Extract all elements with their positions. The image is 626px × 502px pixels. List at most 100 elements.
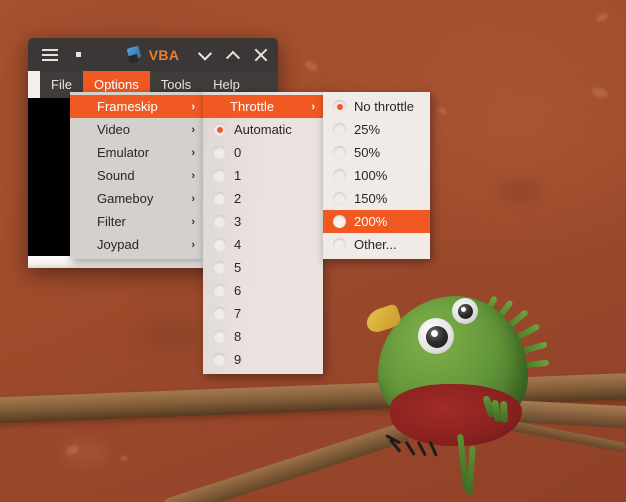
menu-item-frameskip-1[interactable]: 1: [203, 164, 323, 187]
vba-gamepad-icon: [126, 45, 142, 64]
bird-claw: [404, 440, 416, 456]
bird-pupil-near: [426, 326, 448, 348]
wallpaper-speck: [120, 456, 128, 461]
menu-item-label: 200%: [354, 214, 388, 229]
menu-item-frameskip-9[interactable]: 9: [203, 348, 323, 371]
radio-indicator: [333, 169, 346, 182]
radio-indicator: [213, 307, 226, 320]
crest-feather: [525, 359, 550, 368]
menu-item-label: Frameskip: [97, 99, 158, 114]
chevron-right-icon: ›: [191, 215, 195, 228]
radio-indicator: [333, 215, 346, 228]
throttle-submenu[interactable]: No throttle 25% 50% 100% 150% 200% Other…: [323, 92, 430, 259]
chevron-right-icon: ›: [191, 146, 195, 159]
radio-indicator: [213, 215, 226, 228]
menu-item-throttle-150[interactable]: 150%: [323, 187, 430, 210]
menu-item-label: Sound: [97, 168, 135, 183]
menu-item-label: 5: [234, 260, 242, 275]
menu-item-automatic[interactable]: Automatic: [203, 118, 323, 141]
menu-item-label: Automatic: [234, 122, 292, 137]
menu-item-joypad[interactable]: Joypad ›: [70, 233, 203, 256]
bird-claw: [416, 440, 427, 457]
menu-item-label: 7: [234, 306, 242, 321]
close-icon[interactable]: [254, 48, 268, 62]
menu-item-label: 0: [234, 145, 242, 160]
menu-item-video[interactable]: Video ›: [70, 118, 203, 141]
menu-item-frameskip-6[interactable]: 6: [203, 279, 323, 302]
menu-item-frameskip-3[interactable]: 3: [203, 210, 323, 233]
wallpaper-shadow: [140, 320, 200, 350]
menu-item-label: 8: [234, 329, 242, 344]
radio-indicator: [213, 353, 226, 366]
chevron-right-icon: ›: [311, 100, 315, 113]
chevron-right-icon: ›: [191, 123, 195, 136]
menu-item-frameskip-8[interactable]: 8: [203, 325, 323, 348]
chevron-right-icon: ›: [191, 100, 195, 113]
radio-indicator: [213, 261, 226, 274]
radio-indicator: [333, 123, 346, 136]
radio-indicator: [333, 100, 346, 113]
menu-item-label: 4: [234, 237, 242, 252]
menu-item-sound[interactable]: Sound ›: [70, 164, 203, 187]
wallpaper-highlight: [60, 440, 110, 466]
bird-illustration: [360, 288, 560, 502]
crest-feather: [522, 341, 548, 354]
tail-feather: [500, 400, 509, 424]
menu-item-throttle-other[interactable]: Other...: [323, 233, 430, 256]
bird-eye-glint: [461, 307, 466, 312]
menu-item-label: Throttle: [230, 99, 275, 114]
chevron-up-icon[interactable]: [225, 48, 241, 65]
menu-item-label: 25%: [354, 122, 381, 137]
menu-item-frameskip-4[interactable]: 4: [203, 233, 323, 256]
menu-item-filter[interactable]: Filter ›: [70, 210, 203, 233]
menu-item-throttle-50[interactable]: 50%: [323, 141, 430, 164]
bird-leg: [466, 445, 476, 497]
menu-item-label: No throttle: [354, 99, 414, 114]
square-dot-icon[interactable]: [76, 52, 81, 57]
menu-item-throttle-200[interactable]: 200%: [323, 210, 430, 233]
bird-eye-glint: [431, 330, 438, 337]
menu-item-frameskip-5[interactable]: 5: [203, 256, 323, 279]
radio-indicator: [333, 192, 346, 205]
window-titlebar[interactable]: VBA: [28, 38, 278, 71]
menu-item-label: Gameboy: [97, 191, 154, 206]
menu-item-label: 9: [234, 352, 242, 367]
menu-item-label: 150%: [354, 191, 388, 206]
menu-item-frameskip[interactable]: Frameskip ›: [70, 95, 203, 118]
menu-item-throttle-25[interactable]: 25%: [323, 118, 430, 141]
menu-item-label: Filter: [97, 214, 126, 229]
radio-indicator: [213, 146, 226, 159]
radio-indicator: [213, 284, 226, 297]
chevron-right-icon: ›: [191, 238, 195, 251]
menu-item-label: Other...: [354, 237, 397, 252]
chevron-down-icon[interactable]: [197, 46, 213, 62]
hamburger-icon[interactable]: [42, 48, 58, 61]
menu-item-throttle-100[interactable]: 100%: [323, 164, 430, 187]
frameskip-submenu[interactable]: Throttle › Automatic 0 1 2 3 4 5 6 7 8 9: [203, 92, 323, 374]
radio-indicator: [333, 146, 346, 159]
bird-pupil-far: [458, 304, 473, 319]
menu-item-label: 3: [234, 214, 242, 229]
radio-indicator: [333, 238, 346, 251]
menu-item-label: 50%: [354, 145, 381, 160]
menu-item-throttle[interactable]: Throttle ›: [203, 95, 323, 118]
menu-item-frameskip-0[interactable]: 0: [203, 141, 323, 164]
radio-indicator: [213, 192, 226, 205]
radio-indicator: [213, 169, 226, 182]
radio-indicator: [213, 123, 226, 136]
menu-item-label: 1: [234, 168, 242, 183]
menu-item-frameskip-7[interactable]: 7: [203, 302, 323, 325]
window-controls: [197, 38, 268, 71]
menu-item-label: 6: [234, 283, 242, 298]
menu-item-label: 100%: [354, 168, 388, 183]
menu-item-no-throttle[interactable]: No throttle: [323, 95, 430, 118]
chevron-right-icon: ›: [191, 192, 195, 205]
menu-item-label: Joypad: [97, 237, 139, 252]
options-menu[interactable]: Frameskip › Video › Emulator › Sound › G…: [70, 92, 203, 259]
menubar-left-edge: [28, 71, 40, 98]
menu-item-gameboy[interactable]: Gameboy ›: [70, 187, 203, 210]
radio-indicator: [213, 330, 226, 343]
wallpaper-shadow: [500, 180, 540, 202]
menu-item-frameskip-2[interactable]: 2: [203, 187, 323, 210]
menu-item-emulator[interactable]: Emulator ›: [70, 141, 203, 164]
